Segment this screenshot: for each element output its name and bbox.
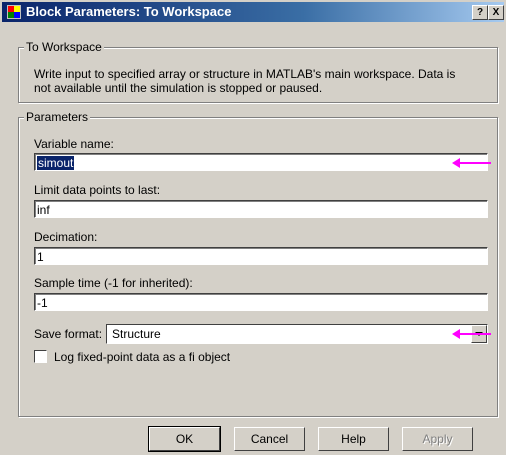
cancel-button[interactable]: Cancel [234,427,305,451]
ok-label: OK [175,432,194,446]
log-fixed-point-checkbox[interactable] [34,350,47,363]
save-format-select[interactable]: Structure [106,324,488,344]
variable-name-label: Variable name: [34,137,114,151]
annotation-arrow-variable-name [452,158,491,168]
decimation-label: Decimation: [34,230,98,244]
limit-data-points-value: inf [37,203,50,217]
cancel-label: Cancel [250,432,289,446]
help-label: Help [341,432,366,446]
simulink-block-icon [7,5,21,19]
block-description: Write input to specified array or struct… [34,67,456,95]
block-group-label: To Workspace [24,40,104,54]
limit-data-points-label: Limit data points to last: [34,183,161,197]
parameters-group-label: Parameters [24,110,91,124]
title-bar[interactable]: Block Parameters: To Workspace ? X [2,2,504,22]
apply-button[interactable]: Apply [402,427,473,451]
save-format-value: Structure [112,327,161,341]
sample-time-value: -1 [37,296,48,310]
variable-name-field[interactable]: simout [34,153,488,171]
sample-time-label: Sample time (-1 for inherited): [34,276,193,290]
decimation-value: 1 [37,250,44,264]
limit-data-points-field[interactable]: inf [34,200,488,218]
annotation-arrow-save-format [452,329,491,339]
ok-button[interactable]: OK [148,426,221,452]
save-format-label: Save format: [34,327,103,341]
sample-time-field[interactable]: -1 [34,293,488,311]
apply-label: Apply [422,432,453,446]
decimation-field[interactable]: 1 [34,247,488,265]
block-parameters-dialog: Block Parameters: To Workspace ? X To Wo… [0,0,506,455]
help-button[interactable]: Help [318,427,389,451]
log-fixed-point-label: Log fixed-point data as a fi object [54,350,231,364]
variable-name-value: simout [37,156,75,170]
window-title: Block Parameters: To Workspace [26,4,232,19]
help-title-button[interactable]: ? [472,5,488,20]
close-button[interactable]: X [488,5,504,20]
